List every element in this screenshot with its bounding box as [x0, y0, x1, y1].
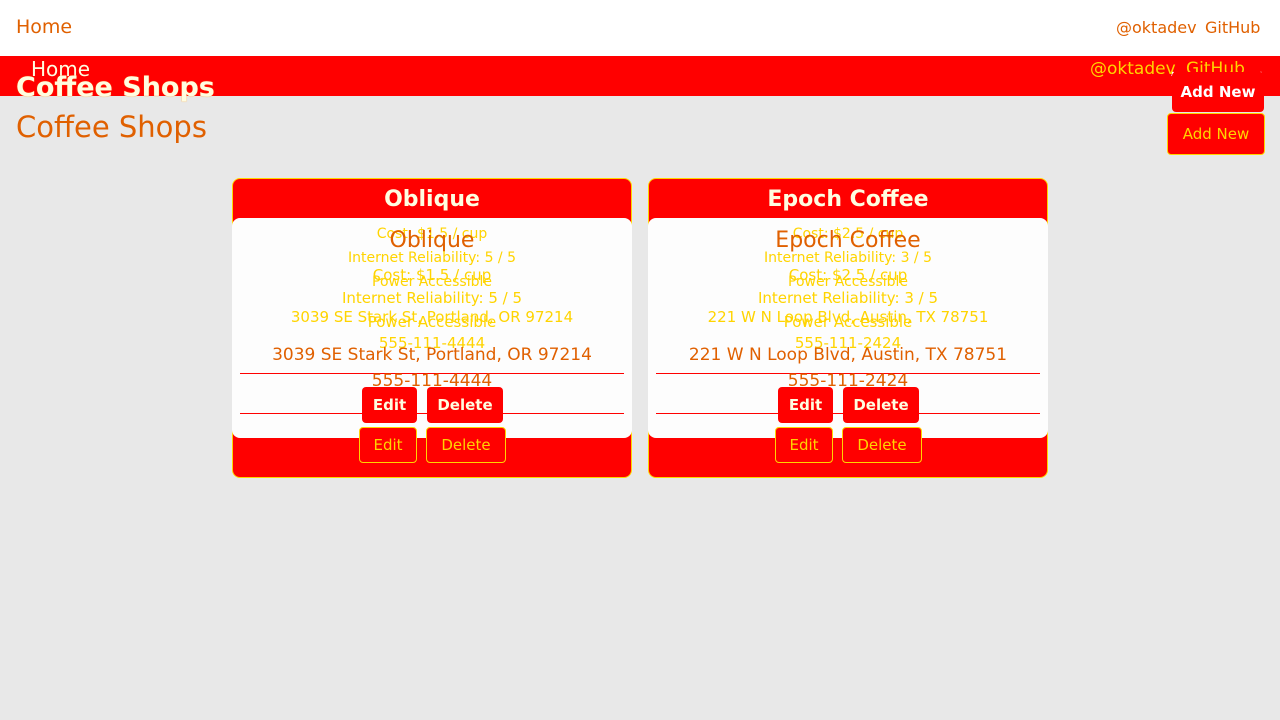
shop-power: Power Accessible: [367, 313, 497, 331]
delete-button[interactable]: Delete: [427, 387, 503, 423]
page-title-overlay: Coffee Shops: [16, 72, 215, 103]
home-link[interactable]: Home: [16, 16, 72, 38]
top-navbar: Home @oktadev GitHub: [0, 0, 1280, 56]
delete-button[interactable]: Delete: [843, 387, 919, 423]
shop-power-overlay: Power Accessible: [788, 274, 908, 290]
shop-internet-overlay: Internet Reliability: 5 / 5: [347, 250, 517, 266]
page-title: Coffee Shops: [16, 110, 207, 144]
edit-button[interactable]: Edit: [778, 387, 833, 423]
shop-address: 3039 SE Stark St, Portland, OR 97214: [272, 345, 592, 365]
github-link[interactable]: GitHub: [1205, 18, 1260, 37]
shop-internet-overlay: Internet Reliability: 3 / 5: [763, 250, 933, 266]
delete-button-outline[interactable]: Delete: [426, 427, 506, 463]
shop-card: Epoch Coffee Cost: $2.5 / cup Epoch Coff…: [648, 178, 1048, 478]
shop-address: 221 W N Loop Blvd, Austin, TX 78751: [688, 345, 1008, 365]
edit-button-outline[interactable]: Edit: [359, 427, 417, 463]
twitter-link-overlay[interactable]: @oktadev: [1090, 59, 1176, 79]
shop-power: Power Accessible: [783, 313, 913, 331]
edit-button-outline[interactable]: Edit: [775, 427, 833, 463]
edit-button[interactable]: Edit: [362, 387, 417, 423]
add-new-button-outline[interactable]: Add New: [1167, 113, 1265, 155]
shop-card-header: Epoch Coffee: [767, 187, 929, 212]
shop-power-overlay: Power Accessible: [372, 274, 492, 290]
delete-button-outline[interactable]: Delete: [842, 427, 922, 463]
shop-internet: Internet Reliability: 5 / 5: [341, 289, 523, 307]
shop-card: Oblique Cost: $1.5 / cup Oblique Interne…: [232, 178, 632, 478]
twitter-link[interactable]: @oktadev: [1116, 18, 1197, 37]
shop-card-header: Oblique: [384, 187, 480, 212]
add-new-button[interactable]: Add New: [1172, 72, 1264, 112]
shop-internet: Internet Reliability: 3 / 5: [757, 289, 939, 307]
